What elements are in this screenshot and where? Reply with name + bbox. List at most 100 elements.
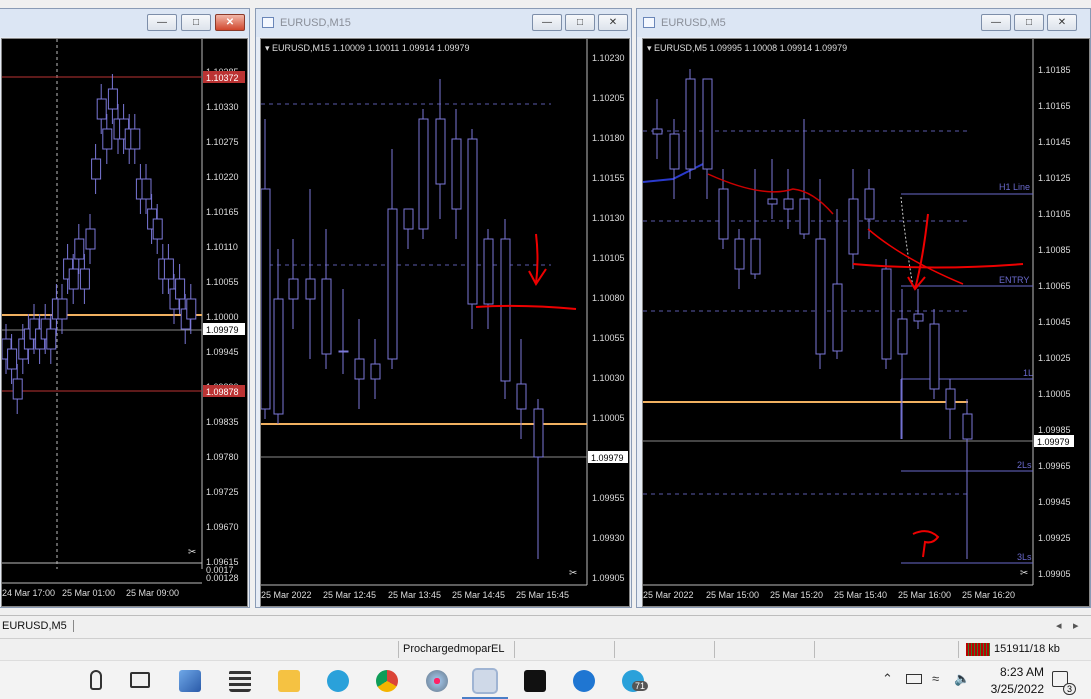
current-price-text: 1.09979 <box>1037 437 1070 447</box>
candle-body <box>962 413 973 440</box>
candle-body <box>79 268 90 290</box>
minimize-button[interactable]: — <box>147 14 177 31</box>
minimize-button[interactable]: — <box>981 14 1011 31</box>
time-label: 25 Mar 15:00 <box>706 590 759 600</box>
time-label: 25 Mar 16:20 <box>962 590 1015 600</box>
price-label: 1.09965 <box>1038 461 1071 471</box>
maximize-button[interactable]: □ <box>181 14 211 31</box>
traffic-counter: 151911/18 kb <box>994 643 1060 655</box>
close-button[interactable]: ✕ <box>1047 14 1077 31</box>
file-explorer-icon[interactable] <box>278 670 300 692</box>
candle-body <box>261 188 271 410</box>
candle-body <box>435 118 446 185</box>
status-divider <box>398 641 399 658</box>
chart-window-m5[interactable]: EURUSD,M5 — □ ✕ ▾ EURUSD,M5 1.09995 1.10… <box>636 8 1091 608</box>
close-button[interactable]: ✕ <box>598 14 628 31</box>
candle-body <box>96 98 107 120</box>
time-label: 25 Mar 15:45 <box>516 590 569 600</box>
time-label: 25 Mar 09:00 <box>126 588 179 598</box>
volume-icon[interactable]: 🔈 <box>954 671 970 687</box>
minimize-button[interactable]: — <box>532 14 562 31</box>
chart-area-left[interactable]: 1.103851.103301.102751.102201.101651.101… <box>1 38 248 607</box>
candle-body <box>141 178 152 200</box>
price-label: 1.10145 <box>1038 137 1071 147</box>
paint-icon[interactable] <box>426 670 448 692</box>
task-view-icon[interactable] <box>130 672 150 688</box>
chart-window-m15[interactable]: EURUSD,M15 — □ ✕ ▾ EURUSD,M15 1.10009 1.… <box>255 8 632 608</box>
battery-icon[interactable] <box>906 674 922 684</box>
price-label: 1.10275 <box>206 137 239 147</box>
chart-header: ▾ EURUSD,M15 1.10009 1.10011 1.09914 1.0… <box>265 43 470 53</box>
current-price-text: 1.09979 <box>591 453 624 463</box>
candle-body <box>881 268 892 360</box>
candle-body <box>288 278 299 300</box>
price-label: 1.10065 <box>1038 281 1071 291</box>
titlebar[interactable]: EURUSD,M15 — □ ✕ <box>256 9 631 37</box>
price-label: 1.10055 <box>592 333 625 343</box>
edge-icon[interactable] <box>573 670 595 692</box>
scissors-icon: ✂ <box>569 568 577 579</box>
scissors-icon: ✂ <box>1020 568 1028 579</box>
candle-body <box>832 283 843 352</box>
chart-window-left[interactable]: — □ ✕ 1.103851.103301.102751.102201.1016… <box>0 8 250 608</box>
candle-body <box>652 128 663 135</box>
candle-body <box>74 238 85 260</box>
connection-bars-icon <box>966 643 990 656</box>
price-label: 1.09985 <box>1038 425 1071 435</box>
scroll-right-icon[interactable]: ▸ <box>1073 619 1079 632</box>
candle-body <box>338 350 349 353</box>
time-label: 25 Mar 16:00 <box>898 590 951 600</box>
metatrader-icon[interactable] <box>472 668 498 694</box>
price-label: 1.10105 <box>1038 209 1071 219</box>
notification-count: 3 <box>1063 683 1077 695</box>
this-pc-icon[interactable] <box>179 670 201 692</box>
chevron-up-icon[interactable]: ⌃ <box>882 671 893 687</box>
candle-body <box>152 218 163 240</box>
maximize-button[interactable]: □ <box>1014 14 1044 31</box>
price-label: 1.10130 <box>592 213 625 223</box>
close-button[interactable]: ✕ <box>215 14 245 31</box>
left-chart-svg: 1.103851.103301.102751.102201.101651.101… <box>2 39 245 598</box>
window-title: EURUSD,M15 <box>280 17 351 29</box>
price-label: 1.10005 <box>592 413 625 423</box>
window-title: EURUSD,M5 <box>661 17 726 29</box>
price-label: 1.09955 <box>592 493 625 503</box>
price-label: 1.10025 <box>1038 353 1071 363</box>
candle-body <box>57 298 68 320</box>
system-clock[interactable]: 8:23 AM 3/25/2022 <box>991 664 1044 698</box>
sticky-notes-icon[interactable] <box>524 670 546 692</box>
chrome-icon[interactable] <box>376 670 398 692</box>
chart-tab-active[interactable]: EURUSD,M5 <box>2 620 74 632</box>
candle-body <box>913 313 924 322</box>
price-label: 1.10080 <box>592 293 625 303</box>
status-bar: ProchargedmoparEL 151911/18 kb <box>0 638 1091 659</box>
wifi-icon[interactable]: ≈ <box>932 671 939 686</box>
m5-chart-svg: ▾ EURUSD,M5 1.09995 1.10008 1.09914 1.09… <box>643 39 1074 600</box>
scroll-left-icon[interactable]: ◂ <box>1056 619 1062 632</box>
candle-body <box>864 188 875 220</box>
candle-body <box>387 208 398 360</box>
price-label: 1.09925 <box>1038 533 1071 543</box>
price-label: 1.10220 <box>206 172 239 182</box>
calculator-icon[interactable] <box>229 670 251 692</box>
titlebar[interactable]: — □ ✕ <box>0 9 249 37</box>
time-label: 25 Mar 12:45 <box>323 590 376 600</box>
windows-taskbar: 71 ⌃ ≈ 🔈 8:23 AM 3/25/2022 3 <box>0 660 1091 699</box>
price-label: 1.10110 <box>206 242 238 252</box>
candle-body <box>370 363 381 380</box>
status-divider <box>614 641 615 658</box>
candle-body <box>500 238 511 382</box>
chart-area-m5[interactable]: ▾ EURUSD,M5 1.09995 1.10008 1.09914 1.09… <box>642 38 1090 607</box>
microphone-icon[interactable] <box>90 670 102 690</box>
telegram-icon[interactable] <box>327 670 349 692</box>
candle-body <box>321 278 332 355</box>
candle-body <box>91 158 102 180</box>
price-label: 1.10085 <box>1038 245 1071 255</box>
maximize-button[interactable]: □ <box>565 14 595 31</box>
time-label: 25 Mar 2022 <box>643 590 694 600</box>
price-label: 1.10185 <box>1038 65 1071 75</box>
titlebar[interactable]: EURUSD,M5 — □ ✕ <box>637 9 1090 37</box>
level-3l-label: 3Ls <box>1017 552 1032 562</box>
time-label: 25 Mar 01:00 <box>62 588 115 598</box>
chart-area-m15[interactable]: ▾ EURUSD,M15 1.10009 1.10011 1.09914 1.0… <box>260 38 630 607</box>
